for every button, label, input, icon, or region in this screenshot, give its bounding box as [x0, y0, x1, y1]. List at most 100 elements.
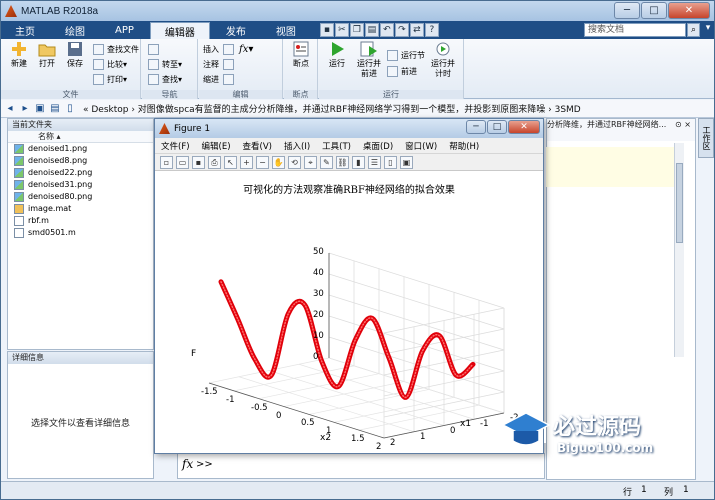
- tab-editor[interactable]: 编辑器: [149, 22, 210, 39]
- find-button[interactable]: 查找 ▾: [148, 73, 182, 86]
- goto-button[interactable]: 转至 ▾: [148, 58, 182, 71]
- x1-tick-label: 2: [390, 438, 396, 448]
- open-button[interactable]: 打开: [33, 41, 61, 69]
- print-figure-icon[interactable]: ⎙: [208, 155, 221, 169]
- zoom-out-icon[interactable]: −: [256, 155, 269, 169]
- search-input[interactable]: 搜索文档: [584, 23, 686, 37]
- file-name: denoised80.png: [28, 192, 93, 201]
- menu-view[interactable]: 查看(V): [243, 140, 272, 152]
- name-column-header[interactable]: 名称 ▴: [8, 131, 153, 143]
- search-icon[interactable]: ⌕: [687, 23, 700, 37]
- file-item[interactable]: image.mat: [8, 203, 153, 215]
- tab-apps[interactable]: APP: [101, 22, 148, 39]
- save-figure-icon[interactable]: ▪: [192, 155, 205, 169]
- indent-button[interactable]: 缩进: [203, 73, 237, 86]
- legend-icon[interactable]: ☰: [368, 155, 381, 169]
- back-arrow-icon[interactable]: ◂: [4, 103, 16, 115]
- print-button[interactable]: 打印 ▾: [93, 73, 127, 86]
- menu-tools[interactable]: 工具(T): [322, 140, 351, 152]
- browse-folder-icon[interactable]: ▤: [49, 103, 61, 115]
- menu-help[interactable]: 帮助(H): [449, 140, 479, 152]
- figure-minimize-button[interactable]: ─: [466, 120, 486, 134]
- link-plot-icon[interactable]: ⛓: [336, 155, 349, 169]
- new-button[interactable]: 新建: [5, 41, 33, 69]
- scrollbar-thumb[interactable]: [676, 163, 683, 243]
- new-figure-icon[interactable]: ▫: [160, 155, 173, 169]
- colorbar-icon[interactable]: ▮: [352, 155, 365, 169]
- figure-canvas[interactable]: 可视化的方法观察准确RBF神经网络的拟合效果 0 10 20 30 40 50 -1.5 -1…: [155, 171, 543, 453]
- tab-plots[interactable]: 绘图: [51, 22, 99, 39]
- panel-options-icon[interactable]: ⊙ ×: [675, 119, 691, 131]
- pan-icon[interactable]: ✋: [272, 155, 285, 169]
- quick-cut-icon[interactable]: ✂: [334, 23, 349, 37]
- maximize-button[interactable]: □: [641, 2, 667, 19]
- find-files-button[interactable]: 查找文件: [93, 43, 139, 56]
- comment-button[interactable]: 注释: [203, 58, 237, 71]
- notification-icon[interactable]: ▾: [702, 23, 714, 37]
- tab-publish[interactable]: 发布: [212, 22, 260, 39]
- minimize-button[interactable]: ─: [614, 2, 640, 19]
- forward-arrow-icon[interactable]: ▸: [19, 103, 31, 115]
- file-item[interactable]: denoised22.png: [8, 167, 153, 179]
- breakpoints-button[interactable]: 断点: [287, 41, 315, 69]
- save-button[interactable]: 保存: [61, 41, 89, 69]
- quick-redo-icon[interactable]: ↷: [394, 23, 409, 37]
- x1-tick-label: -1: [480, 419, 489, 430]
- quick-undo-icon[interactable]: ↶: [379, 23, 394, 37]
- quick-paste-icon[interactable]: ▤: [364, 23, 379, 37]
- figure-maximize-button[interactable]: □: [487, 120, 507, 134]
- quick-help-icon[interactable]: ?: [424, 23, 439, 37]
- compare-button[interactable]: 比较 ▾: [93, 58, 127, 71]
- quick-copy-icon[interactable]: ❐: [349, 23, 364, 37]
- brush-icon[interactable]: ✎: [320, 155, 333, 169]
- address-bar[interactable]: ◂ ▸ ▣ ▤ ▯ « Desktop › 对图像做spca有监督的主成分分析降…: [1, 100, 714, 118]
- show-tools-icon[interactable]: ▣: [400, 155, 413, 169]
- print-label: 打印: [107, 75, 123, 84]
- figure-window: Figure 1 ─ □ ✕ 文件(F) 编辑(E) 查看(V) 插入(I) 工…: [154, 118, 544, 454]
- file-group-label: 文件: [1, 90, 140, 99]
- menu-edit[interactable]: 编辑(E): [202, 140, 231, 152]
- insert-button[interactable]: 插入: [203, 43, 237, 56]
- file-item[interactable]: denoised80.png: [8, 191, 153, 203]
- nav-back-button[interactable]: [148, 43, 162, 56]
- rotate-3d-icon[interactable]: ⟲: [288, 155, 301, 169]
- row-value: 1: [641, 485, 647, 495]
- workspace-tab[interactable]: 工作区: [698, 118, 714, 158]
- advance-button[interactable]: 前进: [387, 65, 417, 78]
- command-window[interactable]: fx >>: [177, 453, 545, 479]
- x1-axis-label: x1: [460, 419, 472, 429]
- menu-window[interactable]: 窗口(W): [405, 140, 437, 152]
- menu-desktop[interactable]: 桌面(D): [363, 140, 393, 152]
- fx-button[interactable]: fx ▾: [239, 43, 253, 56]
- plot-3d[interactable]: [155, 171, 543, 453]
- editor-scrollbar[interactable]: [674, 143, 684, 357]
- quick-save-icon[interactable]: ▪: [319, 23, 334, 37]
- png-file-icon: [14, 192, 24, 202]
- x2-axis-label: x2: [320, 433, 332, 443]
- file-item[interactable]: denoised1.png: [8, 143, 153, 155]
- run-section-button[interactable]: 运行节: [387, 49, 425, 62]
- compare-icon: [93, 59, 104, 70]
- file-item[interactable]: denoised8.png: [8, 155, 153, 167]
- tab-home[interactable]: 主页: [1, 22, 49, 39]
- figure-close-button[interactable]: ✕: [508, 120, 540, 134]
- edit-plot-icon[interactable]: ↖: [224, 155, 237, 169]
- details-empty-text: 选择文件以查看详细信息: [30, 419, 130, 429]
- close-button[interactable]: ✕: [668, 2, 710, 19]
- open-file-icon[interactable]: ▭: [176, 155, 189, 169]
- address-path[interactable]: « Desktop › 对图像做spca有监督的主成分分析降维，并通过RBF神经…: [83, 102, 581, 115]
- tab-view[interactable]: 视图: [262, 22, 310, 39]
- file-item[interactable]: rbf.m: [8, 215, 153, 227]
- run-time-button[interactable]: 运行并 计时: [429, 41, 457, 79]
- run-advance-button[interactable]: 运行并 前进: [355, 41, 383, 79]
- folder-up-icon[interactable]: ▣: [34, 103, 46, 115]
- quick-switch-icon[interactable]: ⇄: [409, 23, 424, 37]
- run-button[interactable]: 运行: [323, 41, 351, 69]
- file-item[interactable]: denoised31.png: [8, 179, 153, 191]
- menu-insert[interactable]: 插入(I): [284, 140, 310, 152]
- zoom-in-icon[interactable]: +: [240, 155, 253, 169]
- menu-file[interactable]: 文件(F): [161, 140, 190, 152]
- file-item[interactable]: smd0501.m: [8, 227, 153, 239]
- data-cursor-icon[interactable]: ⌖: [304, 155, 317, 169]
- hide-tools-icon[interactable]: ▯: [384, 155, 397, 169]
